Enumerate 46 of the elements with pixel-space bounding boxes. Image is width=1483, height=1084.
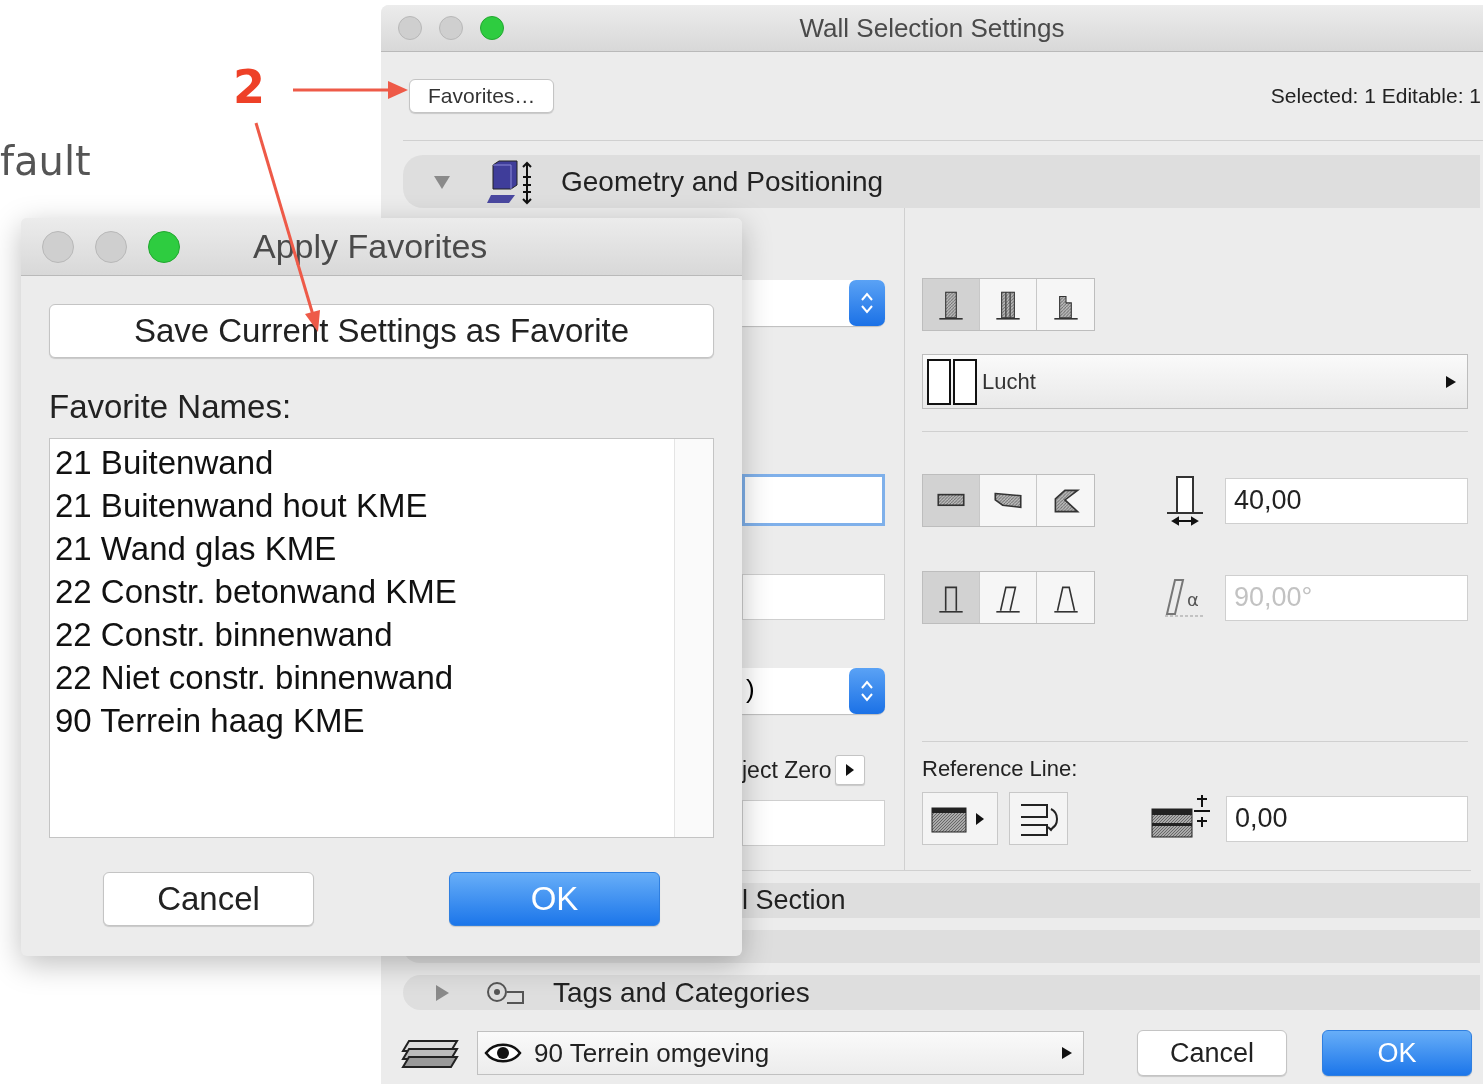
profile-dropdown[interactable]: Lucht xyxy=(922,354,1468,409)
layer-dropdown[interactable]: 90 Terrein omgeving xyxy=(477,1031,1084,1075)
section-header[interactable]: Geometry and Positioning xyxy=(403,155,1480,208)
body-text: fault xyxy=(0,138,91,184)
input-field[interactable] xyxy=(742,474,885,526)
list-item[interactable]: 21 Wand glas KME xyxy=(55,527,669,570)
wall-option-button[interactable] xyxy=(923,475,980,526)
list-item[interactable]: 21 Buitenwand hout KME xyxy=(55,484,669,527)
reference-line-button[interactable] xyxy=(922,792,998,845)
triangle-right-icon xyxy=(1445,374,1457,389)
zoom-button[interactable] xyxy=(148,230,180,263)
thickness-field[interactable]: 40,00 xyxy=(1225,477,1468,524)
eye-icon xyxy=(484,1041,522,1065)
input-field[interactable] xyxy=(742,800,885,846)
up-down-arrows-icon xyxy=(859,290,875,316)
menu-arrow-button[interactable] xyxy=(835,755,866,785)
cancel-button[interactable]: Cancel xyxy=(103,872,314,926)
step-number: 2 xyxy=(233,60,265,114)
double-pane-icon xyxy=(926,357,978,406)
zoom-button[interactable] xyxy=(480,16,504,40)
collapse-triangle-icon[interactable] xyxy=(433,173,451,190)
up-down-arrows-icon xyxy=(859,678,875,704)
dropdown[interactable]: ) xyxy=(742,668,885,714)
list-item[interactable]: 21 Buitenwand xyxy=(55,441,669,484)
section-header[interactable]: Tags and Categories xyxy=(403,975,1480,1010)
selection-info: Selected: 1 Editable: 1 xyxy=(1270,84,1481,108)
scrollbar-track[interactable] xyxy=(674,439,713,837)
triangle-right-icon xyxy=(1061,1046,1073,1060)
wall-option-button[interactable] xyxy=(923,279,980,330)
expand-triangle-icon[interactable] xyxy=(433,984,451,1001)
favorites-button[interactable]: Favorites… xyxy=(409,79,555,113)
input-field[interactable] xyxy=(742,574,885,620)
flip-reference-button[interactable] xyxy=(1009,792,1068,845)
field-label: ject Zero xyxy=(742,756,832,784)
list-item[interactable]: 90 Terrein haag KME xyxy=(55,699,669,742)
list-label: Favorite Names: xyxy=(49,388,293,426)
list-item[interactable]: 22 Constr. betonwand KME xyxy=(55,570,669,613)
offset-field[interactable]: 0,00 xyxy=(1226,795,1468,842)
list-item[interactable]: 22 Constr. binnenwand xyxy=(55,613,669,656)
save-favorite-button[interactable]: Save Current Settings as Favorite xyxy=(49,304,714,358)
window-title: Wall Selection Settings xyxy=(798,12,1066,44)
list-item[interactable]: 22 Niet constr. binnenwand xyxy=(55,656,669,699)
dropdown[interactable] xyxy=(742,280,885,326)
cancel-button[interactable]: Cancel xyxy=(1137,1030,1287,1076)
reference-line-label: Reference Line: xyxy=(922,756,1079,782)
triangle-right-icon xyxy=(845,763,856,777)
